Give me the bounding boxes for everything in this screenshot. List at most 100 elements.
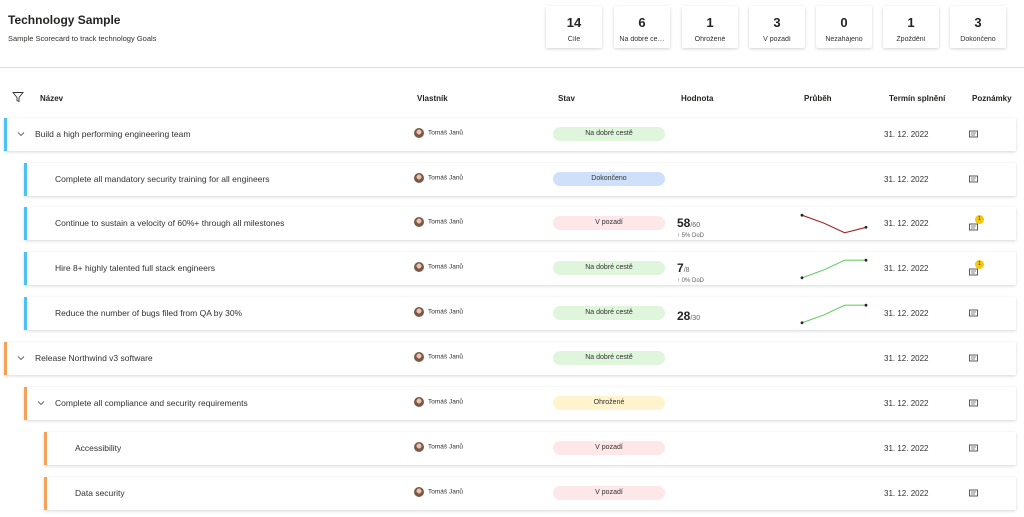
goal-row[interactable]: Complete all mandatory security training… [24,163,1016,196]
stat-card-on-track[interactable]: 6 Na dobré ce… [614,6,670,48]
due-date: 31. 12. 2022 [884,309,929,318]
stat-card-behind[interactable]: 3 V pozadí [749,6,805,48]
due-date: 31. 12. 2022 [884,130,929,139]
progress-sparkline[interactable] [799,300,869,328]
stat-count: 6 [638,15,646,30]
progress-sparkline[interactable] [799,255,869,283]
target-value: /8 [683,267,690,274]
avatar [414,173,424,183]
stat-label: Dokončeno [960,36,996,43]
goal-name[interactable]: Build a high performing engineering team [35,129,190,139]
stat-card-completed[interactable]: 3 Dokončeno [950,6,1006,48]
column-header-notes[interactable]: Poznámky [972,94,1012,103]
stat-count: 3 [974,15,982,30]
filter-icon[interactable] [12,91,24,103]
stat-card-goals[interactable]: 14 Cíle [546,6,602,48]
goal-owner[interactable]: Tomáš Janů [414,262,463,272]
stat-label: Nezahájeno [825,36,863,43]
owner-name: Tomáš Janů [428,443,464,451]
goal-row[interactable]: Release Northwind v3 software Tomáš Janů… [4,342,1016,375]
goal-row[interactable]: Data security Tomáš Janů V pozadí 31. 12… [44,477,1016,510]
column-header-status[interactable]: Stav [558,94,575,103]
status-badge[interactable]: V pozadí [553,216,665,230]
current-value: 58 [677,216,691,230]
column-header-name[interactable]: Název [40,94,63,103]
note-icon[interactable] [969,130,978,139]
sparkline-path [801,259,866,279]
goal-name[interactable]: Reduce the number of bugs filed from QA … [55,308,242,318]
note-icon[interactable] [969,175,978,184]
goal-row[interactable]: Build a high performing engineering team… [4,118,1016,151]
stat-card-not-started[interactable]: 0 Nezahájeno [816,6,872,48]
goal-owner[interactable]: Tomáš Janů [414,307,463,317]
note-icon[interactable] [969,489,978,498]
due-date: 31. 12. 2022 [884,264,929,273]
goal-owner[interactable]: Tomáš Janů [414,397,463,407]
due-date: 31. 12. 2022 [884,444,929,453]
avatar [414,397,424,407]
stat-count: 14 [566,15,582,30]
column-header-progress[interactable]: Průběh [804,94,832,103]
status-badge[interactable]: V pozadí [553,441,665,455]
day-over-day-change: ↑ 0% DoD [677,278,705,284]
column-header-due-date[interactable]: Termín splnění [889,94,945,103]
page-subtitle: Sample Scorecard to track technology Goa… [8,34,157,43]
owner-name: Tomáš Janů [428,174,464,182]
note-button[interactable]: 1 [969,215,984,231]
goal-name[interactable]: Release Northwind v3 software [35,353,153,363]
chevron-down-icon[interactable] [16,129,26,139]
day-over-day-change: ↑ 5% DoD [677,233,705,239]
avatar [414,262,424,272]
note-icon[interactable] [969,354,978,363]
goal-name[interactable]: Complete all compliance and security req… [55,398,248,408]
notes-count-badge: 1 [975,215,984,224]
goal-owner[interactable]: Tomáš Janů [414,442,463,452]
stat-label: Zpoždění [896,36,926,43]
note-icon[interactable] [969,309,978,318]
goal-row[interactable]: Complete all compliance and security req… [24,387,1016,420]
status-badge[interactable]: Na dobré cestě [553,351,665,365]
chevron-down-icon[interactable] [36,398,46,408]
owner-name: Tomáš Janů [428,218,464,226]
note-button[interactable]: 1 [969,260,984,276]
status-badge[interactable]: Ohrožené [553,396,665,410]
column-header-owner[interactable]: Vlastník [417,94,448,103]
avatar [414,352,424,362]
goal-owner[interactable]: Tomáš Janů [414,217,463,227]
goal-name[interactable]: Data security [75,488,125,498]
goal-value[interactable]: 7/8 ↑ 0% DoD [677,259,704,284]
goal-owner[interactable]: Tomáš Janů [414,352,463,362]
status-badge[interactable]: Na dobré cestě [553,306,665,320]
due-date: 31. 12. 2022 [884,219,929,228]
goal-row[interactable]: Continue to sustain a velocity of 60%+ t… [24,207,1016,240]
column-header-value[interactable]: Hodnota [681,94,713,103]
sparkline-endpoint [800,321,804,325]
goal-row[interactable]: Hire 8+ highly talented full stack engin… [24,252,1016,285]
avatar [414,442,424,452]
note-icon[interactable] [969,444,978,453]
owner-name: Tomáš Janů [428,488,464,496]
due-date: 31. 12. 2022 [884,354,929,363]
goal-row[interactable]: Accessibility Tomáš Janů V pozadí 31. 12… [44,432,1016,465]
stat-card-overdue[interactable]: 1 Zpoždění [883,6,939,48]
goal-name[interactable]: Hire 8+ highly talented full stack engin… [55,263,215,273]
chevron-down-icon[interactable] [16,353,26,363]
goal-owner[interactable]: Tomáš Janů [414,173,463,183]
goal-value[interactable]: 58/60 ↑ 5% DoD [677,214,704,239]
goal-owner[interactable]: Tomáš Janů [414,128,463,138]
stat-card-at-risk[interactable]: 1 Ohrožené [682,6,738,48]
status-badge[interactable]: Dokončeno [553,172,665,186]
target-value: /30 [690,315,701,322]
goal-name[interactable]: Accessibility [75,443,121,453]
progress-sparkline[interactable] [799,210,869,238]
goal-color-bar [44,477,47,510]
status-badge[interactable]: Na dobré cestě [553,127,665,141]
goal-row[interactable]: Reduce the number of bugs filed from QA … [24,297,1016,330]
goal-name[interactable]: Complete all mandatory security training… [55,174,270,184]
status-badge[interactable]: V pozadí [553,486,665,500]
goal-owner[interactable]: Tomáš Janů [414,487,463,497]
status-badge[interactable]: Na dobré cestě [553,261,665,275]
goal-name[interactable]: Continue to sustain a velocity of 60%+ t… [55,218,284,228]
note-icon[interactable] [969,399,978,408]
goal-value[interactable]: 28/30 [677,307,700,325]
